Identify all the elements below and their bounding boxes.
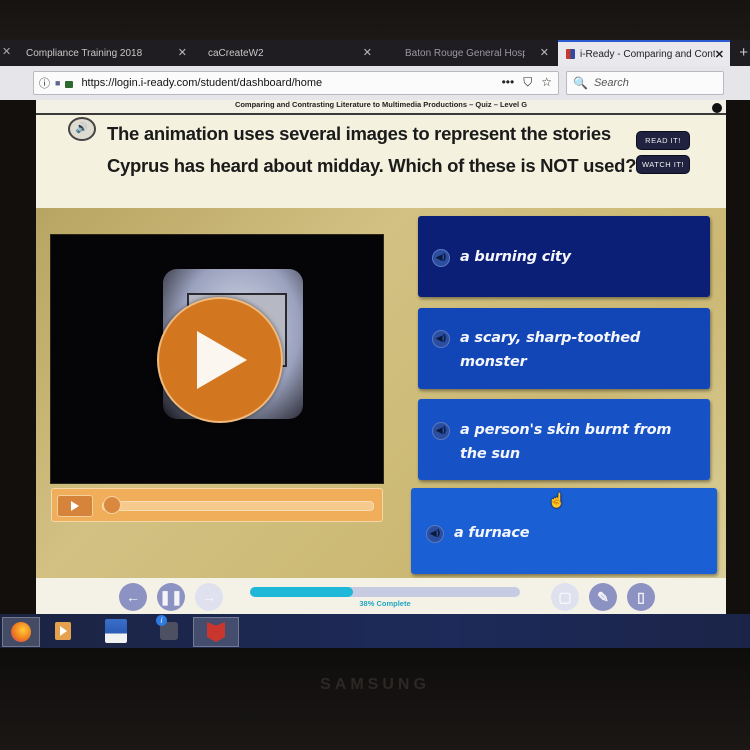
taskbar-printer[interactable] <box>154 615 184 645</box>
taskbar-firefox[interactable] <box>2 617 40 647</box>
notes-button[interactable]: ▯ <box>627 583 655 611</box>
mcafee-icon <box>207 622 225 642</box>
answer-choices: ◀) a burning city ◀) a scary, sharp-toot… <box>410 208 726 578</box>
taskbar-city-app[interactable] <box>101 617 131 645</box>
url-bar[interactable]: ⓘ ■ https://login.i-ready.com/student/da… <box>33 71 559 95</box>
browser-tab-strip: ✕ Compliance Training 2018 ✕ caCreateW2 … <box>0 40 750 66</box>
answer-choice[interactable]: ◀) a scary, sharp-toothed monster <box>418 308 710 389</box>
lesson-title: Comparing and Contrasting Literature to … <box>36 100 726 115</box>
answer-text: a person's skin burnt from the sun <box>460 422 672 462</box>
lesson-progress-fill <box>250 587 353 597</box>
lock-icon[interactable] <box>65 80 74 88</box>
firefox-icon <box>11 622 31 642</box>
bookmark-star-icon[interactable]: ☆ <box>541 75 552 90</box>
question-speaker-icon[interactable]: 🔊 <box>68 117 96 141</box>
tab-close-icon[interactable]: ✕ <box>540 46 549 59</box>
answer-speaker-icon[interactable]: ◀) <box>432 422 450 440</box>
close-icon[interactable]: ✕ <box>2 45 11 58</box>
answer-speaker-icon[interactable]: ◀) <box>432 330 450 348</box>
iready-favicon-icon <box>566 49 575 59</box>
os-taskbar <box>0 614 750 648</box>
question-area: 🔊 The animation uses several images to r… <box>36 115 726 208</box>
calculator-button[interactable]: ▢ <box>551 583 579 611</box>
tab-label: Compliance Training 2018 <box>26 47 143 59</box>
monitor-brand-logo: SAMSUNG <box>320 676 430 693</box>
video-play-button[interactable] <box>157 297 283 423</box>
lesson-progress-bar <box>250 587 520 597</box>
answer-speaker-icon[interactable]: ◀) <box>426 525 444 543</box>
browser-nav-bar: ⓘ ■ https://login.i-ready.com/student/da… <box>0 66 750 100</box>
quiz-content-area: ◀) a burning city ◀) a scary, sharp-toot… <box>36 208 726 578</box>
question-text: The animation uses several images to rep… <box>107 123 637 176</box>
taskbar-mcafee[interactable] <box>193 617 239 647</box>
city-skyline-icon <box>105 619 127 643</box>
answer-choice[interactable]: ◀) a person's skin burnt from the sun <box>418 399 710 480</box>
tab-cacreatew2[interactable]: caCreateW2 ✕ <box>200 40 378 66</box>
page-actions-icon[interactable]: ••• <box>502 75 515 90</box>
answer-text: a scary, sharp-toothed monster <box>460 330 641 370</box>
answer-text: a furnace <box>454 525 530 541</box>
video-player[interactable] <box>50 234 384 484</box>
search-placeholder: Search <box>593 77 629 89</box>
answer-text: a burning city <box>460 249 571 265</box>
info-icon[interactable]: ⓘ <box>39 75 50 91</box>
answer-choice[interactable]: ◀) a burning city <box>418 216 710 297</box>
tab-iready-active[interactable]: i-Ready - Comparing and Cont ✕ <box>558 40 730 66</box>
answer-speaker-icon[interactable]: ◀) <box>432 249 450 267</box>
pocket-icon[interactable]: ⛉ <box>523 75 532 90</box>
tab-baton-rouge-general[interactable]: Baton Rouge General Hosp ✕ <box>395 40 555 66</box>
video-scrubber-thumb[interactable] <box>103 496 121 514</box>
status-dot-icon <box>712 103 722 113</box>
lesson-footer: ← ❚❚ → 38% Complete ▢ ✎ ▯ <box>36 578 726 614</box>
progress-label: 38% Complete <box>359 599 411 608</box>
iready-lesson-page: Comparing and Contrasting Literature to … <box>36 100 726 614</box>
tab-label: Baton Rouge General Hosp <box>405 47 525 59</box>
permissions-icon[interactable]: ■ <box>55 78 60 88</box>
new-tab-button[interactable]: + <box>739 44 748 61</box>
tab-compliance-training[interactable]: Compliance Training 2018 ✕ <box>18 40 193 66</box>
media-player-icon <box>55 622 71 640</box>
tab-close-icon[interactable]: ✕ <box>715 48 724 61</box>
video-scrubber[interactable] <box>102 496 374 514</box>
video-controls <box>51 488 383 522</box>
play-icon <box>197 331 247 389</box>
watch-it-button[interactable]: WATCH IT! <box>636 155 690 174</box>
video-small-play-button[interactable] <box>57 495 93 517</box>
tab-label: caCreateW2 <box>208 47 264 59</box>
tab-close-icon[interactable]: ✕ <box>363 46 372 59</box>
tab-label: i-Ready - Comparing and Cont <box>580 48 715 60</box>
taskbar-media-player[interactable] <box>48 617 78 645</box>
search-icon: 🔍 <box>573 76 588 90</box>
printer-info-icon <box>156 615 178 640</box>
back-button[interactable]: ← <box>119 583 147 611</box>
search-input[interactable]: 🔍 Search <box>566 71 724 95</box>
forward-button[interactable]: → <box>195 583 223 611</box>
read-it-button[interactable]: READ IT! <box>636 131 690 150</box>
lesson-title-text: Comparing and Contrasting Literature to … <box>234 100 528 109</box>
pencil-button[interactable]: ✎ <box>589 583 617 611</box>
monitor-bezel-top <box>0 0 750 40</box>
monitor-bezel-bottom <box>0 648 750 750</box>
mouse-cursor-hand-icon: ☝ <box>548 492 566 508</box>
tab-close-icon[interactable]: ✕ <box>178 46 187 59</box>
play-icon <box>71 501 79 511</box>
pause-button[interactable]: ❚❚ <box>157 583 185 611</box>
url-text[interactable]: https://login.i-ready.com/student/dashbo… <box>81 77 322 89</box>
